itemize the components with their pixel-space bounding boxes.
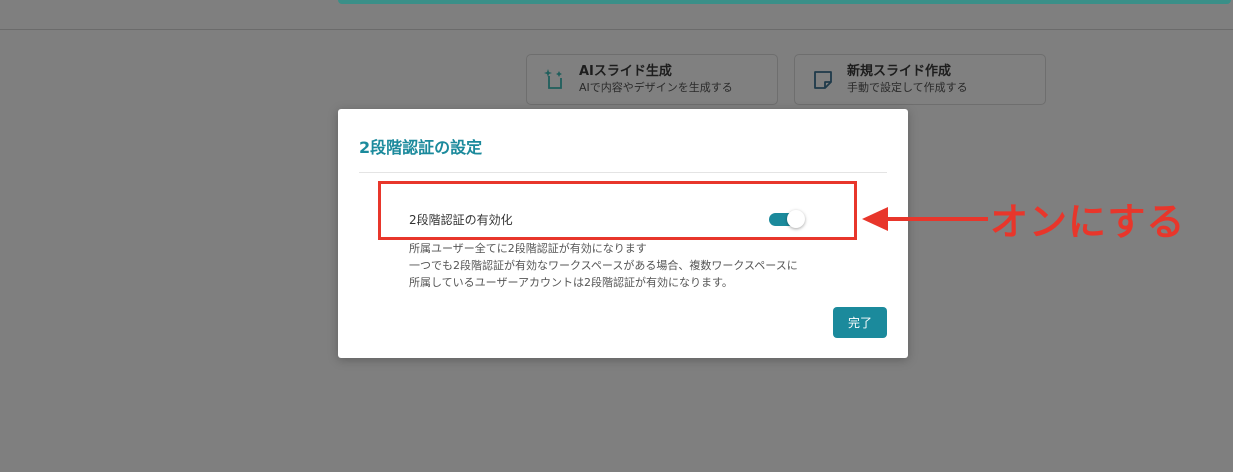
note-icon: [814, 70, 832, 89]
new-slide-card-subtitle: 手動で設定して作成する: [847, 81, 968, 94]
top-banner-strip: [338, 0, 1231, 4]
new-slide-card-title: 新規スライド作成: [847, 64, 952, 79]
ai-sparkle-slide-icon: [544, 68, 562, 89]
new-slide-create-card[interactable]: 新規スライド作成 手動で設定して作成する: [794, 54, 1046, 105]
description-line: 一つでも2段階認証が有効なワークスペースがある場合、複数ワークスペースに: [409, 259, 798, 272]
annotation-highlight-box: [378, 181, 857, 240]
ai-slide-create-card[interactable]: AIスライド生成 AIで内容やデザインを生成する: [526, 54, 778, 105]
annotation-text: オンにする: [990, 200, 1186, 244]
modal-divider: [359, 172, 887, 173]
two-factor-description: 所属ユーザー全てに2段階認証が有効になります 一つでも2段階認証が有効なワークス…: [409, 240, 798, 291]
modal-title: 2段階認証の設定: [359, 138, 483, 157]
done-button[interactable]: 完了: [833, 307, 887, 338]
annotation-arrow-icon: [862, 207, 988, 231]
description-line: 所属しているユーザーアカウントは2段階認証が有効になります。: [409, 276, 733, 289]
ai-slide-card-title: AIスライド生成: [579, 64, 672, 79]
ai-slide-card-subtitle: AIで内容やデザインを生成する: [579, 81, 733, 94]
header-divider: [0, 29, 1233, 30]
description-line: 所属ユーザー全てに2段階認証が有効になります: [409, 242, 647, 255]
